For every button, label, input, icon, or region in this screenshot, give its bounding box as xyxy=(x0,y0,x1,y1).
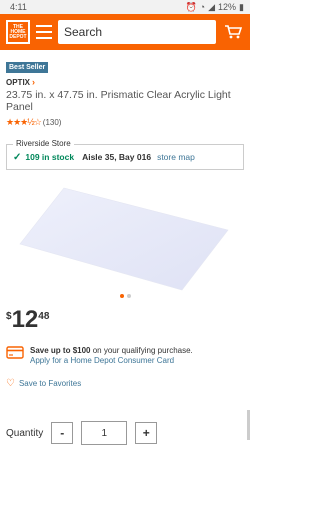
cart-icon xyxy=(225,25,242,39)
scrollbar[interactable] xyxy=(247,410,250,440)
product-image[interactable] xyxy=(6,182,244,292)
signal-icon: ◢ xyxy=(208,1,216,12)
app-header: THE HOME DEPOT xyxy=(0,14,250,50)
quantity-label: Quantity xyxy=(6,427,44,439)
acrylic-panel-image xyxy=(19,187,229,291)
battery-icon: ▮ xyxy=(239,1,244,12)
quantity-input[interactable] xyxy=(81,421,128,445)
stock-count: 109 in stock xyxy=(25,152,75,162)
credit-offer: Save up to $100 on your qualifying purch… xyxy=(6,346,244,366)
store-availability: Riverside Store ✓ 109 in stock Aisle 35,… xyxy=(6,139,244,170)
status-time: 4:11 xyxy=(10,2,27,12)
logo-text: THE HOME DEPOT xyxy=(9,23,27,40)
review-count: (130) xyxy=(42,118,62,127)
credit-line: Save up to $100 on your qualifying purch… xyxy=(30,346,193,356)
cart-button[interactable] xyxy=(222,20,244,44)
apply-card-link[interactable]: Apply for a Home Depot Consumer Card xyxy=(30,356,193,366)
battery-percent: 12% xyxy=(218,2,237,12)
pagination-dot[interactable] xyxy=(126,294,131,298)
quantity-decrease-button[interactable]: - xyxy=(51,422,74,444)
save-to-favorites[interactable]: ♡ Save to Favorites xyxy=(6,378,244,389)
chevron-right-icon: › xyxy=(32,77,36,87)
store-map-link[interactable]: store map xyxy=(157,152,195,162)
price-cents: 48 xyxy=(38,311,50,322)
brand-name: OPTIX xyxy=(6,77,31,87)
store-name: Riverside Store xyxy=(13,139,74,148)
favorites-label: Save to Favorites xyxy=(18,379,82,388)
price: $ 12 48 xyxy=(6,308,244,332)
quantity-row: Quantity - + xyxy=(6,421,244,445)
search-bar xyxy=(58,20,216,44)
alarm-icon: ⏰ xyxy=(185,1,197,12)
status-bar: 4:11 ⏰ ◔ ◢ 12% ▮ xyxy=(0,0,250,14)
credit-suffix: on your qualifying purchase. xyxy=(90,346,193,355)
menu-icon[interactable] xyxy=(36,25,52,39)
credit-card-icon xyxy=(6,346,24,359)
credit-text: Save up to $100 on your qualifying purch… xyxy=(30,346,193,366)
star-rating-icon: ★★★½☆ xyxy=(6,117,42,127)
pagination-dot-active[interactable] xyxy=(119,294,124,298)
product-title: 23.75 in. x 47.75 in. Prismatic Clear Ac… xyxy=(6,89,231,113)
product-content: Best Seller OPTIX › 23.75 in. x 47.75 in… xyxy=(0,50,250,445)
check-icon: ✓ xyxy=(13,151,22,163)
brand-link[interactable]: OPTIX › xyxy=(6,77,244,87)
search-input[interactable] xyxy=(58,20,216,44)
wifi-icon: ◔ xyxy=(199,2,206,12)
home-depot-logo[interactable]: THE HOME DEPOT xyxy=(6,20,30,44)
credit-save-prefix: Save up to xyxy=(30,346,73,355)
quantity-increase-button[interactable]: + xyxy=(135,422,158,444)
status-icons: ⏰ ◔ ◢ 12% ▮ xyxy=(185,2,244,13)
rating-row[interactable]: ★★★½☆ (130) xyxy=(6,117,244,128)
aisle-location: Aisle 35, Bay 016 xyxy=(82,152,152,162)
best-seller-badge: Best Seller xyxy=(6,62,49,73)
price-dollars: 12 xyxy=(11,306,39,333)
credit-amount: $100 xyxy=(72,346,91,355)
image-pagination xyxy=(6,294,244,298)
heart-icon: ♡ xyxy=(6,378,15,389)
